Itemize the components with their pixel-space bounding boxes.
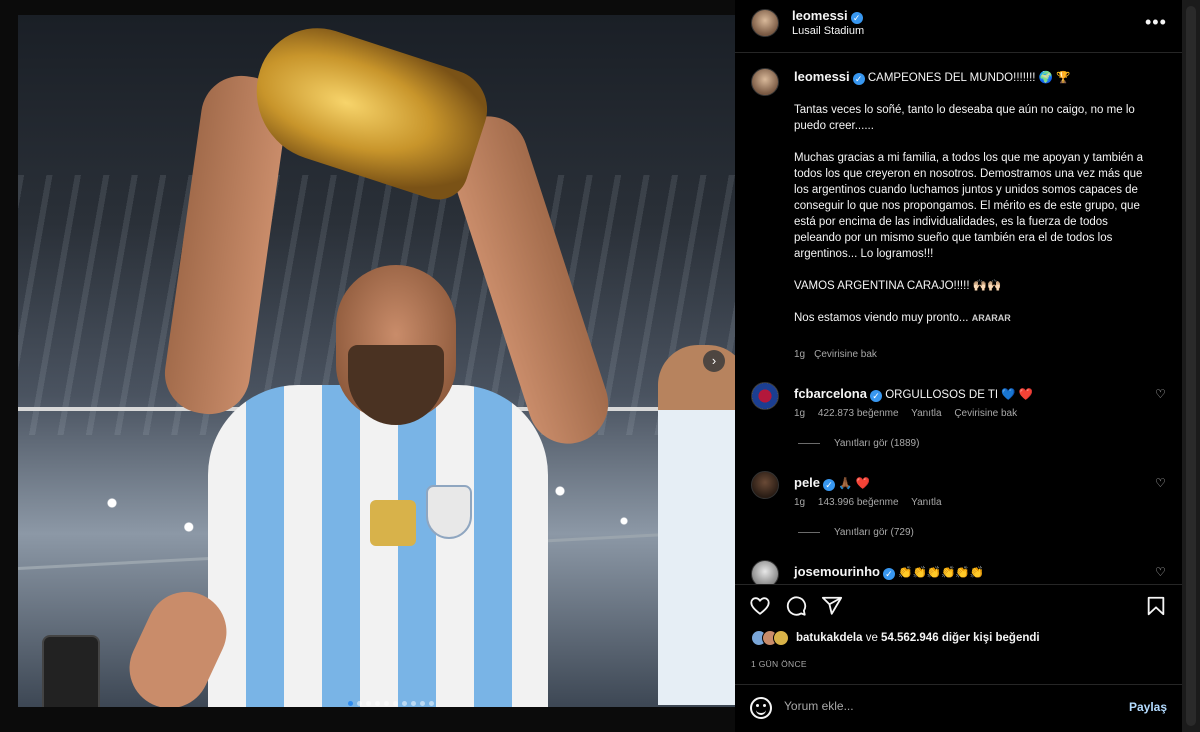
translate-link[interactable]: Çevirisine bak [954, 408, 1017, 419]
liker-avatar [773, 630, 789, 646]
post-comment-button[interactable]: Paylaş [1129, 700, 1167, 714]
comment-icon[interactable] [785, 595, 807, 617]
argentina-shirt [208, 385, 548, 707]
post-location[interactable]: Lusail Stadium [792, 25, 864, 37]
post-time[interactable]: 1 GÜN ÖNCE [751, 659, 807, 669]
caption-meta: 1g Çevirisine bak [794, 349, 886, 360]
caption-age: 1g [794, 349, 806, 360]
comment-username[interactable]: fcbarcelona [794, 386, 867, 401]
comments-scroll[interactable]: leomessi ✓ CAMPEONES DEL MUNDO!!!!!!! 🌍 🏆… [735, 54, 1182, 584]
caption-paragraph: Muchas gracias a mi familia, a todos los… [794, 152, 1144, 260]
heart-icon[interactable]: ♡ [1155, 476, 1166, 490]
reply-button[interactable]: Yanıtla [911, 497, 941, 508]
more-link[interactable]: ARARAR [972, 313, 1011, 323]
champion-badge [370, 500, 416, 546]
avatar[interactable] [751, 471, 779, 499]
comment-box: Paylaş [735, 684, 1182, 732]
avatar[interactable] [751, 9, 779, 37]
comment-username[interactable]: pele [794, 475, 820, 490]
comment-text: ORGULLOSOS DE TI 💙 ❤️ [885, 389, 1034, 401]
author-username[interactable]: leomessi ✓ [792, 8, 863, 24]
fan-phone [42, 635, 100, 707]
reply-button[interactable]: Yanıtla [911, 408, 941, 419]
heart-icon[interactable] [749, 595, 771, 617]
verified-icon: ✓ [869, 390, 882, 402]
likes-connector: ve [865, 632, 878, 644]
first-liker[interactable]: batukakdela [796, 632, 862, 644]
comment-username[interactable]: josemourinho [794, 564, 880, 579]
view-replies[interactable]: Yanıtları gör (729) [798, 527, 914, 538]
caption-paragraph: Tantas veces lo soñé, tanto lo deseaba q… [794, 104, 1135, 132]
more-options-icon[interactable]: ••• [1145, 12, 1167, 33]
bookmark-icon[interactable] [1145, 595, 1167, 617]
post-image[interactable] [18, 15, 735, 707]
emoji-icon[interactable] [750, 697, 772, 719]
comment-text: 🙏🏾 ❤️ [838, 478, 871, 490]
chevron-right-icon[interactable]: › [703, 350, 725, 372]
comment-input[interactable] [784, 699, 1104, 713]
comment-age: 1g [794, 497, 806, 508]
carousel-dot [366, 701, 371, 706]
scrollbar[interactable] [1182, 0, 1200, 732]
post-side-panel: leomessi ✓ Lusail Stadium ••• leomessi ✓ C… [735, 0, 1182, 732]
caption: leomessi ✓ CAMPEONES DEL MUNDO!!!!!!! 🌍 🏆… [794, 69, 1154, 326]
likes-summary: batukakdela ve 54.562.946 diğer kişi beğ… [751, 630, 1040, 646]
avatar[interactable] [751, 560, 779, 584]
carousel-dot [348, 701, 353, 706]
comment-age: 1g [794, 408, 806, 419]
caption-username[interactable]: leomessi [794, 69, 850, 84]
carousel-dot [384, 701, 389, 706]
post-header: leomessi ✓ Lusail Stadium ••• [735, 0, 1182, 53]
scrollbar-thumb[interactable] [1186, 6, 1196, 726]
carousel-dot [411, 701, 416, 706]
verified-icon: ✓ [852, 73, 865, 85]
verified-icon: ✓ [882, 568, 895, 580]
carousel-dot [420, 701, 425, 706]
caption-paragraph: Nos estamos viendo muy pronto... [794, 312, 969, 324]
carousel-dot [429, 701, 434, 706]
likes-count[interactable]: 54.562.946 [881, 632, 939, 644]
likes-suffix[interactable]: diğer kişi beğendi [942, 632, 1040, 644]
caption-paragraph: VAMOS ARGENTINA CARAJO!!!!! 🙌🏻🙌🏻 [794, 280, 1002, 292]
carousel-dot [357, 701, 362, 706]
carousel-dot [393, 701, 398, 706]
verified-icon: ✓ [850, 12, 863, 24]
verified-icon: ✓ [823, 479, 836, 491]
comment-text: 👏👏👏👏👏👏 [898, 567, 985, 579]
translate-link[interactable]: Çevirisine bak [814, 349, 877, 360]
afa-crest [426, 485, 472, 539]
avatar[interactable] [751, 68, 779, 96]
share-icon[interactable] [821, 595, 843, 617]
caption-headline: CAMPEONES DEL MUNDO!!!!!!! 🌍 🏆 [867, 72, 1071, 84]
heart-icon[interactable]: ♡ [1155, 565, 1166, 579]
comment-likes[interactable]: 143.996 beğenme [818, 497, 899, 508]
heart-icon[interactable]: ♡ [1155, 387, 1166, 401]
carousel-dot [375, 701, 380, 706]
post-actions: batukakdela ve 54.562.946 diğer kişi beğ… [735, 584, 1182, 684]
carousel-dot [402, 701, 407, 706]
background-player [658, 345, 735, 705]
carousel-dots [348, 701, 434, 706]
view-replies[interactable]: Yanıtları gör (1889) [798, 438, 919, 449]
avatar[interactable] [751, 382, 779, 410]
comment-likes[interactable]: 422.873 beğenme [818, 408, 899, 419]
